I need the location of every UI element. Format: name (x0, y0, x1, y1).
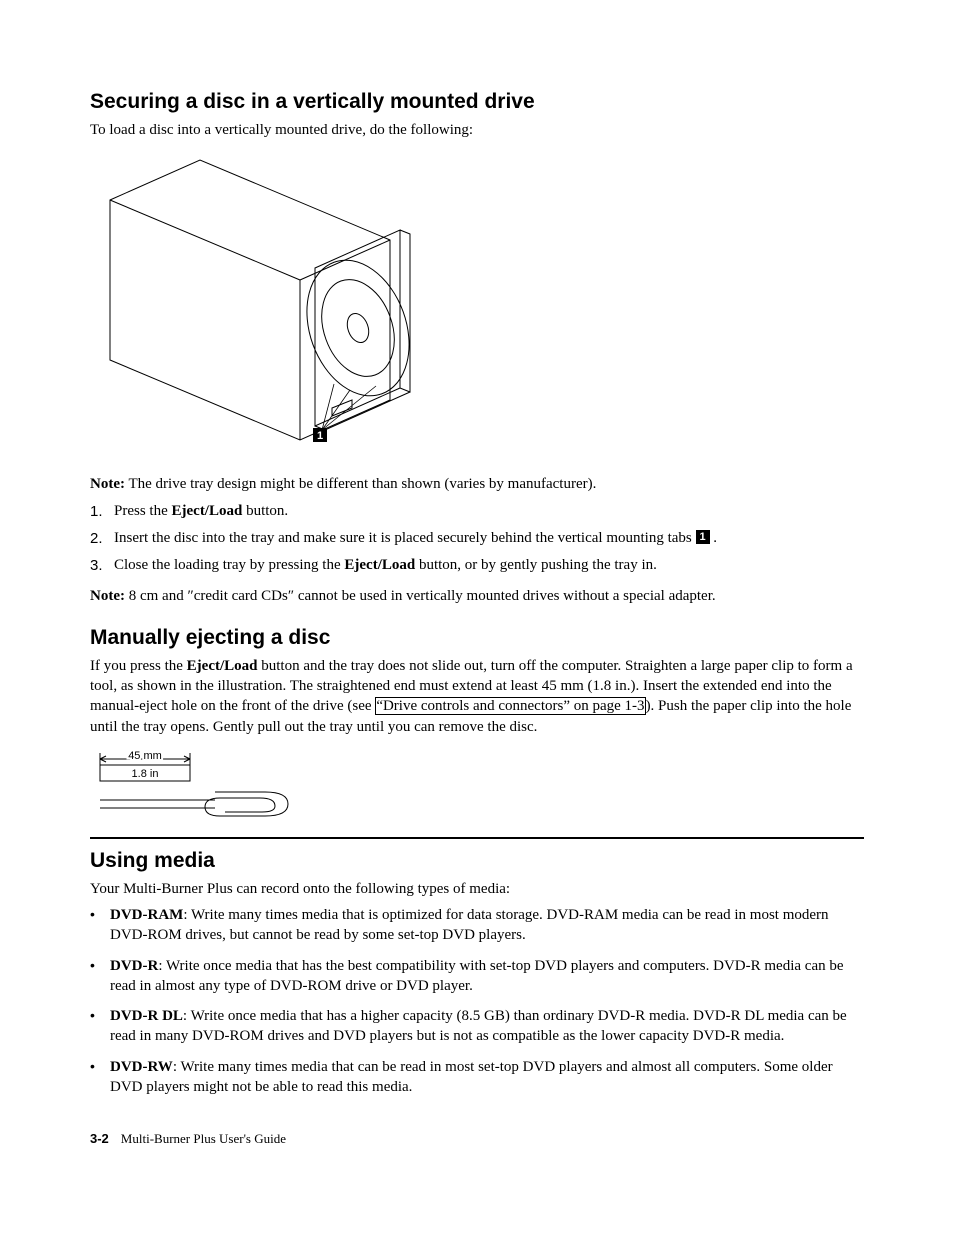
footer-title: Multi-Burner Plus User's Guide (121, 1131, 286, 1146)
list-item: DVD-R DL: Write once media that has a hi… (90, 1006, 864, 1047)
eject-load-label: Eject/Load (187, 658, 258, 674)
media-term: DVD-RAM (110, 907, 183, 923)
step-num: 1. (90, 501, 114, 522)
link-drive-controls[interactable]: “Drive controls and connectors” on page … (375, 697, 645, 715)
step-num: 2. (90, 528, 114, 549)
step-text: Press the Eject/Load button. (114, 501, 864, 522)
heading-using-media: Using media (90, 849, 864, 873)
media-def: : Write once media that has a higher cap… (110, 1008, 847, 1044)
steps-list: 1. Press the Eject/Load button. 2. Inser… (90, 501, 864, 576)
figure-paper-clip: 45 mm 45 mm 1.8 in (90, 747, 864, 817)
step-text: Insert the disc into the tray and make s… (114, 528, 864, 549)
note-label: Note: (90, 476, 125, 492)
list-item: DVD-RW: Write many times media that can … (90, 1057, 864, 1098)
media-def: : Write many times media that can be rea… (110, 1059, 833, 1095)
step-3: 3. Close the loading tray by pressing th… (90, 555, 864, 576)
manual-eject-paragraph: If you press the Eject/Load button and t… (90, 656, 864, 737)
note-8cm-text: 8 cm and ″credit card CDs″ cannot be use… (125, 588, 716, 604)
media-term: DVD-R DL (110, 1008, 183, 1024)
media-term: DVD-RW (110, 1059, 173, 1075)
note-design: Note: The drive tray design might be dif… (90, 474, 864, 494)
section-using-media: Using media Your Multi-Burner Plus can r… (90, 849, 864, 1097)
page-footer: 3-2 Multi-Burner Plus User's Guide (90, 1131, 864, 1147)
media-list: DVD-RAM: Write many times media that is … (90, 905, 864, 1097)
media-def: : Write once media that has the best com… (110, 958, 844, 994)
intro-using-media: Your Multi-Burner Plus can record onto t… (90, 879, 864, 899)
eject-load-label: Eject/Load (344, 557, 415, 573)
callout-1-inline: 1 (696, 530, 710, 544)
heading-manual-eject: Manually ejecting a disc (90, 626, 864, 650)
dim-in: 1.8 in (132, 768, 159, 780)
callout-1-figure: 1 (317, 430, 323, 442)
step-num: 3. (90, 555, 114, 576)
section-rule (90, 837, 864, 839)
intro-securing: To load a disc into a vertically mounted… (90, 120, 864, 140)
page-content: Securing a disc in a vertically mounted … (0, 0, 954, 1207)
media-def: : Write many times media that is optimiz… (110, 907, 829, 943)
note-label: Note: (90, 588, 125, 604)
step-text: Close the loading tray by pressing the E… (114, 555, 864, 576)
media-term: DVD-R (110, 958, 158, 974)
figure-vertical-drive: 1 (90, 150, 864, 460)
page-number: 3-2 (90, 1131, 109, 1146)
list-item: DVD-R: Write once media that has the bes… (90, 956, 864, 997)
section-manual-eject: Manually ejecting a disc If you press th… (90, 626, 864, 817)
note-8cm: Note: 8 cm and ″credit card CDs″ cannot … (90, 586, 864, 606)
dim-mm: 45 mm (128, 750, 162, 762)
section-securing: Securing a disc in a vertically mounted … (90, 90, 864, 606)
eject-load-label: Eject/Load (172, 503, 243, 519)
note-design-text: The drive tray design might be different… (125, 476, 596, 492)
step-1: 1. Press the Eject/Load button. (90, 501, 864, 522)
heading-securing: Securing a disc in a vertically mounted … (90, 90, 864, 114)
list-item: DVD-RAM: Write many times media that is … (90, 905, 864, 946)
step-2: 2. Insert the disc into the tray and mak… (90, 528, 864, 549)
